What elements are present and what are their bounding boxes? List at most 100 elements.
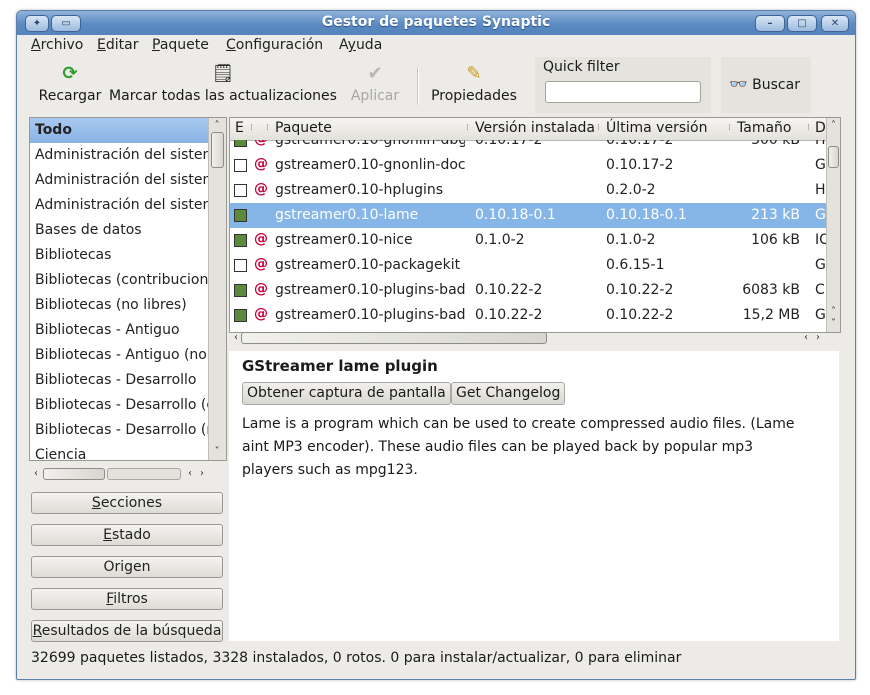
column-header-package[interactable]: Paquete — [275, 120, 332, 136]
scroll-up-arrow-icon[interactable]: ˄ — [827, 306, 840, 318]
reload-button[interactable]: ⟳ Recargar — [35, 57, 105, 113]
not-installed-checkbox-icon[interactable] — [234, 184, 247, 197]
section-item-selected[interactable]: Todo — [30, 118, 211, 143]
scroll-thumb[interactable] — [241, 332, 547, 344]
installed-checkbox-icon[interactable] — [234, 234, 247, 247]
package-description-short: IC — [815, 232, 826, 248]
sections-vertical-scrollbar[interactable]: ˄ ˅ — [208, 118, 226, 460]
origin-button[interactable]: Origen — [31, 556, 223, 578]
package-row[interactable]: @ gstreamer0.10-plugins-bad-dbg 0.10.22-2 0… — [230, 303, 826, 328]
reload-icon: ⟳ — [62, 63, 78, 84]
installed-version: 0.1.0-2 — [475, 232, 525, 248]
column-header-size[interactable]: Tamaño — [737, 120, 791, 136]
pencil-icon: ✎ — [466, 63, 482, 84]
package-description-short: H — [815, 182, 826, 198]
scroll-left-arrow-icon[interactable]: ‹ — [29, 468, 43, 480]
properties-button[interactable]: ✎ Propiedades — [429, 57, 519, 113]
menu-ayuda[interactable]: Ayuda — [339, 37, 382, 53]
debian-swirl-icon: @ — [254, 140, 268, 147]
packages-horizontal-scrollbar[interactable]: ‹ ‹ › — [229, 331, 839, 345]
sections-horizontal-scrollbar[interactable]: ‹ ‹ › — [29, 467, 225, 481]
maximize-button[interactable]: □ — [787, 15, 817, 32]
debian-swirl-icon: @ — [254, 306, 268, 322]
latest-version: 0.2.0-2 — [606, 182, 656, 198]
latest-version: 0.6.15-1 — [606, 257, 665, 273]
menu-paquete[interactable]: Paquete — [152, 37, 209, 53]
package-summary: GStreamer lame plugin — [242, 357, 438, 375]
menu-archivo[interactable]: Archivo — [31, 37, 83, 53]
sections-list: Todo Administración del sistema Administra… — [29, 117, 227, 461]
latest-version: 0.10.22-2 — [606, 307, 674, 323]
section-item[interactable]: Bibliotecas - Desarrollo (contrib) — [30, 393, 211, 418]
quick-filter-input[interactable] — [545, 81, 701, 103]
get-screenshot-button[interactable]: Obtener captura de pantalla — [242, 382, 451, 405]
search-button[interactable]: 👓 Buscar — [721, 57, 811, 113]
minimize-icon: – — [767, 18, 773, 29]
status-button[interactable]: Estado — [31, 524, 223, 546]
installed-checkbox-icon[interactable] — [234, 140, 247, 147]
checkmark-icon: ✔ — [367, 63, 383, 84]
mark-all-upgrades-button[interactable]: 🗒 Marcar todas las actualizaciones — [109, 57, 337, 113]
minimize-button[interactable]: – — [755, 15, 785, 32]
menu-configuracion[interactable]: Configuración — [226, 37, 323, 53]
column-header-status[interactable]: E — [235, 120, 244, 136]
scroll-down-arrow-icon[interactable]: ˅ — [210, 446, 224, 458]
section-item[interactable]: Bibliotecas - Desarrollo (no libres) — [30, 418, 211, 443]
installed-checkbox-icon[interactable] — [234, 284, 247, 297]
latest-version: 0.10.22-2 — [606, 282, 674, 298]
scroll-thumb[interactable] — [828, 146, 839, 168]
package-row[interactable]: @ gstreamer0.10-gnonlin-doc 0.10.17-2 G — [230, 153, 826, 178]
package-row[interactable]: @ gstreamer0.10-plugins-bad 0.10.22-2 0.10.… — [230, 278, 826, 303]
not-installed-checkbox-icon[interactable] — [234, 259, 247, 272]
package-row[interactable]: gstreamer0.10-lame 0.10.18-0.1 0.10.18-0.1… — [230, 203, 826, 228]
package-row[interactable]: @ gstreamer0.10-packagekit 0.6.15-1 G — [230, 253, 826, 278]
menu-editar[interactable]: Editar — [97, 37, 138, 53]
section-item[interactable]: Bases de datos — [30, 218, 211, 243]
section-item[interactable]: Administración del sistema — [30, 143, 211, 168]
sections-button[interactable]: Secciones — [31, 492, 223, 514]
close-button[interactable]: ✕ — [821, 15, 849, 32]
window-title: Gestor de paquetes Synaptic — [321, 14, 551, 30]
package-name: gstreamer0.10-lame — [275, 207, 419, 223]
debian-swirl-icon: @ — [254, 281, 268, 297]
section-item[interactable]: Ciencia — [30, 443, 211, 460]
section-item[interactable]: Bibliotecas — [30, 243, 211, 268]
filters-button[interactable]: Filtros — [31, 588, 223, 610]
scroll-right-arrow-icon[interactable]: › — [195, 468, 209, 480]
scroll-thumb[interactable] — [43, 468, 105, 480]
section-item[interactable]: Administración del sistema — [30, 193, 211, 218]
section-item[interactable]: Administración del sistema — [30, 168, 211, 193]
section-item[interactable]: Bibliotecas - Antiguo (no libres) — [30, 343, 211, 368]
package-row[interactable]: @ gstreamer0.10-nice 0.1.0-2 0.1.0-2 106 kB I… — [230, 228, 826, 253]
scroll-down-arrow-icon[interactable]: ˅ — [827, 318, 840, 330]
package-description-short: H — [815, 140, 826, 148]
latest-version: 0.10.18-0.1 — [606, 207, 687, 223]
installed-version: 0.10.22-2 — [475, 282, 543, 298]
package-row[interactable]: @ gstreamer0.10-hplugins 0.2.0-2 H — [230, 178, 826, 203]
column-header-installed[interactable]: Versión instalada — [475, 120, 595, 136]
column-header-description[interactable]: D — [815, 120, 826, 136]
package-description-short: G — [815, 157, 826, 173]
search-results-button[interactable]: Resultados de la búsqueda — [31, 620, 223, 642]
get-changelog-button[interactable]: Get Changelog — [451, 382, 566, 405]
column-header-latest[interactable]: Última versión — [606, 120, 707, 136]
package-name: gstreamer0.10-plugins-bad — [275, 282, 465, 298]
section-item[interactable]: Bibliotecas (no libres) — [30, 293, 211, 318]
section-item[interactable]: Bibliotecas (contribuciones) — [30, 268, 211, 293]
quick-filter-label: Quick filter — [543, 59, 620, 75]
not-installed-checkbox-icon[interactable] — [234, 159, 247, 172]
scroll-up-arrow-icon[interactable]: ˄ — [210, 120, 224, 132]
section-item[interactable]: Bibliotecas - Antiguo — [30, 318, 211, 343]
package-list-header: E ⁞ ⁞ Paquete ⁞ Versión instalada ⁞ Últi… — [230, 118, 826, 141]
apply-button[interactable]: ✔ Aplicar — [349, 57, 401, 113]
section-item[interactable]: Bibliotecas - Desarrollo — [30, 368, 211, 393]
scroll-right-arrow-icon[interactable]: › — [811, 332, 825, 344]
latest-version: 0.10.17-2 — [606, 140, 674, 148]
packages-vertical-scrollbar[interactable]: ˄ ˄ ˅ — [826, 118, 840, 332]
scroll-up-arrow-icon[interactable]: ˄ — [827, 120, 840, 132]
scroll-thumb[interactable] — [211, 132, 224, 168]
package-row[interactable]: @ gstreamer0.10-gnonlin-dbg 0.10.17-2 0.10.… — [230, 140, 826, 153]
installed-checkbox-icon[interactable] — [234, 209, 247, 222]
installed-version: 0.10.18-0.1 — [475, 207, 556, 223]
installed-checkbox-icon[interactable] — [234, 309, 247, 322]
